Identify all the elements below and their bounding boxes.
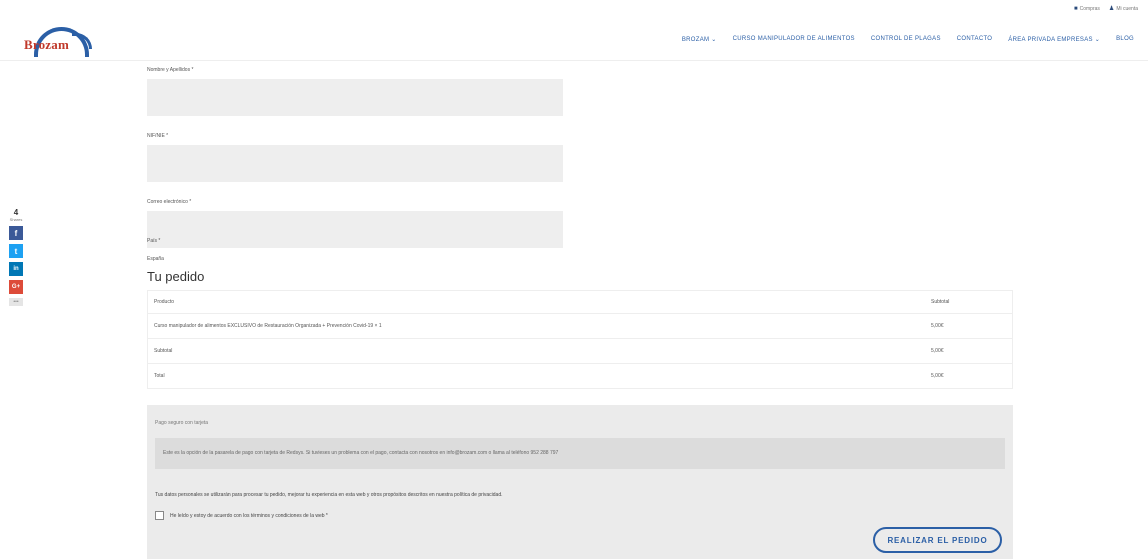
total-label: Total	[147, 363, 925, 389]
product-price: 5,00€	[925, 313, 1013, 339]
user-icon: ♟	[1108, 6, 1115, 12]
subtotal-value: 5,00€	[925, 338, 1013, 364]
cart-icon: ■	[1074, 5, 1078, 12]
nav-item-plagas[interactable]: CONTROL DE PLAGAS	[871, 36, 941, 43]
name-input[interactable]	[147, 79, 563, 116]
product-column-header: Producto	[147, 290, 925, 314]
more-share-button[interactable]: •••	[9, 298, 23, 306]
logo-text: Brozam	[24, 37, 70, 52]
total-value: 5,00€	[925, 363, 1013, 389]
account-link[interactable]: ♟ Mi cuenta	[1108, 5, 1138, 13]
header-divider	[0, 60, 1148, 61]
nif-label: NIF/NIE *	[147, 133, 169, 139]
email-input[interactable]	[147, 211, 563, 248]
share-count-label: Shares	[9, 217, 23, 222]
twitter-icon: t	[14, 246, 18, 256]
nif-input[interactable]	[147, 145, 563, 182]
brand-logo[interactable]: Brozam	[24, 27, 92, 57]
order-title: Tu pedido	[147, 269, 205, 284]
nav-item-blog[interactable]: BLOG	[1116, 36, 1134, 43]
googleplus-icon: G+	[11, 284, 21, 290]
linkedin-icon: in	[13, 266, 19, 272]
country-value: España	[147, 256, 164, 262]
table-header-row: Producto Subtotal	[147, 290, 1013, 314]
nav-item-brozam[interactable]: BROZAM ⌄	[682, 36, 717, 43]
facebook-share-button[interactable]: f	[9, 226, 23, 240]
facebook-icon: f	[14, 228, 18, 238]
table-row: Curso manipulador de alimentos EXCLUSIVO…	[147, 313, 1013, 339]
googleplus-share-button[interactable]: G+	[9, 280, 23, 294]
twitter-share-button[interactable]: t	[9, 244, 23, 258]
top-utility-bar: ■ Compras ♟ Mi cuenta	[1074, 5, 1138, 13]
terms-label: He leído y estoy de acuerdo con los térm…	[170, 512, 328, 519]
product-name: Curso manipulador de alimentos EXCLUSIVO…	[147, 313, 925, 339]
linkedin-share-button[interactable]: in	[9, 262, 23, 276]
name-label: Nombre y Apellidos *	[147, 67, 194, 73]
main-nav: BROZAM ⌄ CURSO MANIPULADOR DE ALIMENTOS …	[682, 36, 1134, 43]
nav-item-area-privada[interactable]: ÁREA PRIVADA EMPRESAS ⌄	[1008, 36, 1100, 43]
social-share-bar: 4 Shares f t in G+ •••	[9, 209, 23, 306]
nav-item-contacto[interactable]: CONTACTO	[957, 36, 993, 43]
order-table: Producto Subtotal Curso manipulador de a…	[147, 290, 1013, 389]
country-label: País *	[147, 238, 161, 244]
subtotal-column-header: Subtotal	[925, 290, 1013, 314]
privacy-notice: Tus datos personales se utilizarán para …	[155, 492, 503, 498]
terms-checkbox[interactable]	[155, 511, 164, 520]
billing-form: Nombre y Apellidos * NIF/NIE * Correo el…	[147, 66, 563, 264]
nav-item-curso[interactable]: CURSO MANIPULADOR DE ALIMENTOS	[733, 36, 855, 43]
payment-section: Pago seguro con tarjeta Este es la opció…	[147, 405, 1013, 559]
logo-arc-small	[72, 33, 92, 49]
terms-checkbox-row[interactable]: He leído y estoy de acuerdo con los térm…	[155, 511, 328, 520]
payment-info-box: Este es la opción de la pasarela de pago…	[155, 438, 1005, 469]
place-order-button[interactable]: REALIZAR EL PEDIDO	[873, 527, 1002, 553]
table-row: Subtotal 5,00€	[147, 338, 1013, 364]
table-row: Total 5,00€	[147, 363, 1013, 389]
subtotal-label: Subtotal	[147, 338, 925, 364]
share-count: 4	[13, 208, 19, 217]
email-label: Correo electrónico *	[147, 199, 192, 205]
payment-method-label[interactable]: Pago seguro con tarjeta	[155, 420, 208, 426]
cart-link[interactable]: ■ Compras	[1074, 5, 1100, 12]
